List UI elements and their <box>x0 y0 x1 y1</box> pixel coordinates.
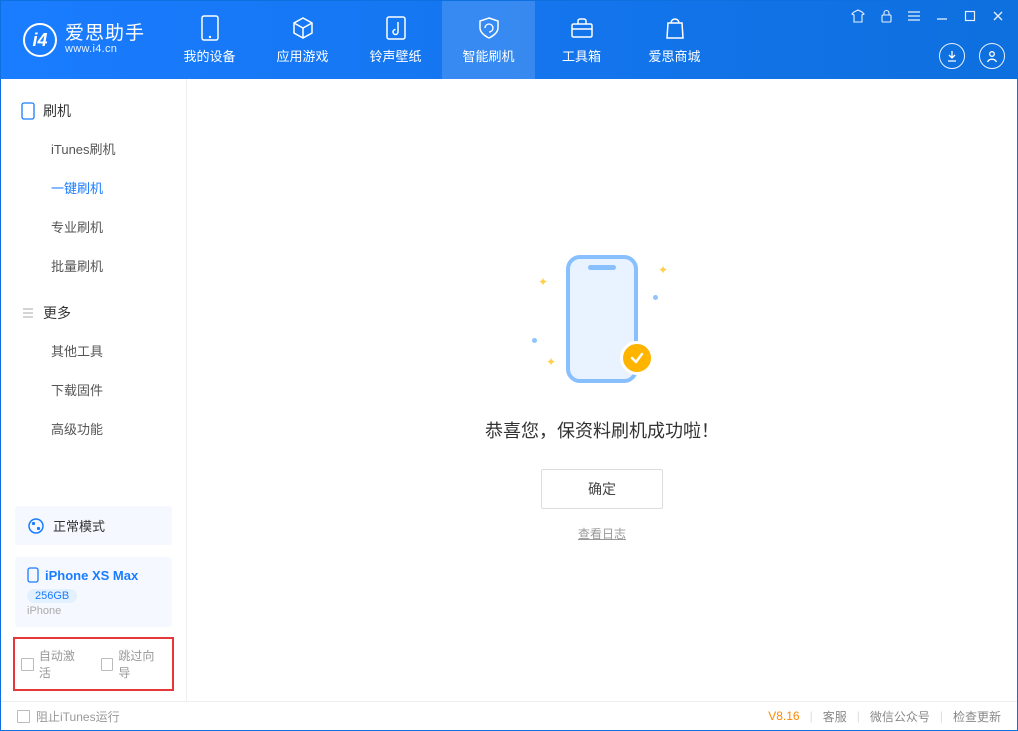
sidebar: 刷机 iTunes刷机 一键刷机 专业刷机 批量刷机 更多 其他工具 下载固件 … <box>1 79 187 701</box>
device-card[interactable]: iPhone XS Max 256GB iPhone <box>15 557 172 627</box>
section-title: 更多 <box>43 303 71 323</box>
sidebar-item-oneclick-flash[interactable]: 一键刷机 <box>1 168 186 207</box>
maximize-button[interactable] <box>963 9 977 23</box>
sidebar-section-flash: 刷机 <box>1 93 186 129</box>
highlighted-checkboxes: 自动激活 跳过向导 <box>13 637 174 691</box>
success-message: 恭喜您，保资料刷机成功啦！ <box>485 417 719 443</box>
logo-icon: i4 <box>23 23 57 57</box>
sidebar-item-download-firmware[interactable]: 下载固件 <box>1 370 186 409</box>
nav-label: 工具箱 <box>562 46 601 65</box>
mode-icon <box>27 517 45 535</box>
checkbox-label: 阻止iTunes运行 <box>36 708 120 725</box>
minimize-button[interactable] <box>935 9 949 23</box>
nav-store[interactable]: 爱思商城 <box>628 1 721 79</box>
lock-icon[interactable] <box>879 9 893 23</box>
nav-label: 我的设备 <box>184 46 236 65</box>
nav-label: 爱思商城 <box>649 46 701 65</box>
app-url: www.i4.cn <box>65 44 145 56</box>
user-button[interactable] <box>979 43 1005 69</box>
sidebar-item-itunes-flash[interactable]: iTunes刷机 <box>1 129 186 168</box>
check-badge-icon <box>620 341 654 375</box>
checkbox-label: 自动激活 <box>39 647 87 681</box>
section-title: 刷机 <box>43 101 71 121</box>
device-storage: 256GB <box>27 589 77 603</box>
phone-icon <box>197 15 223 41</box>
view-log-link[interactable]: 查看日志 <box>578 525 626 542</box>
checkbox-icon <box>17 710 30 723</box>
sidebar-item-other-tools[interactable]: 其他工具 <box>1 331 186 370</box>
device-name: iPhone XS Max <box>45 568 138 583</box>
sidebar-item-advanced[interactable]: 高级功能 <box>1 409 186 448</box>
nav-smart-flash[interactable]: 智能刷机 <box>442 1 535 79</box>
sidebar-section-more: 更多 <box>1 295 186 331</box>
sidebar-item-pro-flash[interactable]: 专业刷机 <box>1 207 186 246</box>
nav-ringtone-wallpaper[interactable]: 铃声壁纸 <box>349 1 442 79</box>
dot-icon <box>532 338 537 343</box>
sidebar-item-batch-flash[interactable]: 批量刷机 <box>1 246 186 285</box>
download-button[interactable] <box>939 43 965 69</box>
dot-icon <box>653 295 658 300</box>
nav-label: 铃声壁纸 <box>370 46 422 65</box>
bag-icon <box>662 15 688 41</box>
checkbox-icon <box>21 658 34 671</box>
sparkle-icon: ✦ <box>538 275 548 289</box>
refresh-shield-icon <box>476 15 502 41</box>
toolbox-icon <box>569 15 595 41</box>
device-icon <box>27 567 39 583</box>
sparkle-icon: ✦ <box>658 263 668 277</box>
link-wechat[interactable]: 微信公众号 <box>870 708 930 725</box>
checkbox-block-itunes[interactable]: 阻止iTunes运行 <box>17 708 120 725</box>
success-illustration: ✦ ✦ ✦ <box>522 239 682 399</box>
status-bar: 阻止iTunes运行 V8.16 | 客服 | 微信公众号 | 检查更新 <box>1 701 1017 730</box>
menu-icon[interactable] <box>907 9 921 23</box>
nav-my-device[interactable]: 我的设备 <box>163 1 256 79</box>
mode-label: 正常模式 <box>53 516 105 535</box>
checkbox-auto-activate[interactable]: 自动激活 <box>21 647 87 681</box>
nav-label: 智能刷机 <box>463 46 515 65</box>
app-name: 爱思助手 <box>65 24 145 44</box>
cube-icon <box>290 15 316 41</box>
device-mode-card[interactable]: 正常模式 <box>15 506 172 545</box>
version-label: V8.16 <box>768 709 799 723</box>
shirt-icon[interactable] <box>851 9 865 23</box>
checkbox-skip-guide[interactable]: 跳过向导 <box>101 647 167 681</box>
music-note-icon <box>383 15 409 41</box>
link-check-update[interactable]: 检查更新 <box>953 708 1001 725</box>
main-content: ✦ ✦ ✦ 恭喜您，保资料刷机成功啦！ 确定 查看日志 <box>187 79 1017 701</box>
nav-label: 应用游戏 <box>277 46 329 65</box>
sparkle-icon: ✦ <box>546 355 556 369</box>
app-header: i4 爱思助手 www.i4.cn 我的设备 应用游戏 铃声壁纸 智能刷机 工具… <box>1 1 1017 79</box>
ok-button[interactable]: 确定 <box>541 469 663 509</box>
checkbox-label: 跳过向导 <box>118 647 166 681</box>
checkbox-icon <box>101 658 114 671</box>
close-button[interactable] <box>991 9 1005 23</box>
list-icon <box>21 306 35 320</box>
app-logo: i4 爱思助手 www.i4.cn <box>1 23 163 57</box>
nav-apps-games[interactable]: 应用游戏 <box>256 1 349 79</box>
device-type: iPhone <box>27 605 160 617</box>
phone-small-icon <box>21 102 35 120</box>
link-support[interactable]: 客服 <box>823 708 847 725</box>
main-nav: 我的设备 应用游戏 铃声壁纸 智能刷机 工具箱 爱思商城 <box>163 1 721 79</box>
nav-toolbox[interactable]: 工具箱 <box>535 1 628 79</box>
